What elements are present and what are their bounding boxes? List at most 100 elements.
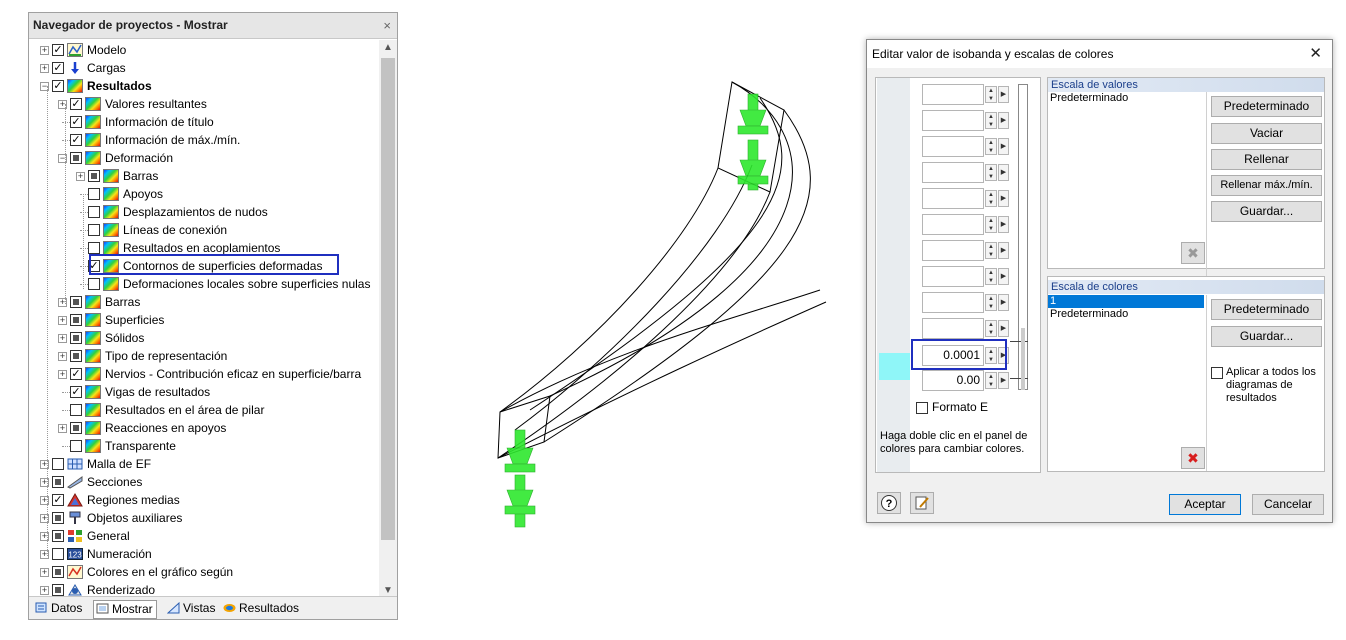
visibility-checkbox[interactable]: ✓ xyxy=(70,98,82,110)
tree-item-solidos[interactable]: + Sólidos xyxy=(29,329,379,347)
value-predeterminado-button[interactable]: Predeterminado xyxy=(1211,96,1322,117)
tree-item-superficies[interactable]: + Superficies xyxy=(29,311,379,329)
expand-icon[interactable]: + xyxy=(76,172,85,181)
spin-updown-icon[interactable]: ▲ ▼ xyxy=(985,164,997,181)
spin-updown-icon[interactable]: ▲ ▼ xyxy=(985,242,997,259)
tree-item-deformaciones-locales-sobre-superficies-nulas[interactable]: Deformaciones locales sobre superficies … xyxy=(29,275,379,293)
expand-icon[interactable]: + xyxy=(58,424,67,433)
expand-icon[interactable]: + xyxy=(58,352,67,361)
visibility-checkbox[interactable] xyxy=(88,224,100,236)
isoband-value-field[interactable] xyxy=(922,188,984,209)
visibility-checkbox[interactable] xyxy=(70,296,82,308)
cancelar-button[interactable]: Cancelar xyxy=(1252,494,1324,515)
tree-item-resultados-en-el-area-de-pilar[interactable]: Resultados en el área de pilar xyxy=(29,401,379,419)
visibility-checkbox[interactable] xyxy=(88,278,100,290)
visibility-checkbox[interactable] xyxy=(88,188,100,200)
tree-item-objetos-auxiliares[interactable]: + Objetos auxiliares xyxy=(29,509,379,527)
spin-updown-icon[interactable]: ▲ ▼ xyxy=(985,320,997,337)
tree-item-vigas-de-resultados[interactable]: ✓ Vigas de resultados xyxy=(29,383,379,401)
close-icon[interactable]: ✕ xyxy=(1309,40,1322,68)
visibility-checkbox[interactable] xyxy=(52,458,64,470)
visibility-checkbox[interactable] xyxy=(70,314,82,326)
help-icon[interactable]: ? xyxy=(877,492,901,514)
tree-item-valores-resultantes[interactable]: + ✓ Valores resultantes xyxy=(29,95,379,113)
rellenar-button[interactable]: Rellenar xyxy=(1211,149,1322,170)
tab-vistas[interactable]: Vistas xyxy=(165,600,215,617)
expand-icon[interactable]: + xyxy=(40,64,49,73)
tree-item-numeracion[interactable]: +123 Numeración xyxy=(29,545,379,563)
color-scale-item[interactable]: Predeterminado xyxy=(1050,308,1128,320)
tree-item-barras[interactable]: + Barras xyxy=(29,167,379,185)
tree-item-tipo-de-representacion[interactable]: + Tipo de representación xyxy=(29,347,379,365)
isoband-value-field[interactable] xyxy=(922,292,984,313)
isoband-value-spinner[interactable]: ▲ ▼ ▶ xyxy=(922,188,1010,209)
color-scale-item-selected[interactable]: 1 xyxy=(1048,295,1204,308)
isoband-value-field[interactable] xyxy=(922,110,984,131)
tree-item-deformacion[interactable]: − Deformación xyxy=(29,149,379,167)
visibility-checkbox[interactable] xyxy=(88,206,100,218)
delete-color-scale-icon[interactable]: ✖ xyxy=(1181,447,1205,469)
spin-right-arrow-icon[interactable]: ▶ xyxy=(998,372,1009,389)
isoband-value-spinner[interactable]: ▲ ▼ ▶ xyxy=(922,110,1010,131)
isoband-value-spinner[interactable]: 0.00 ▲ ▼ ▶ xyxy=(922,370,1010,391)
tree-item-desplazamientos-de-nudos[interactable]: Desplazamientos de nudos xyxy=(29,203,379,221)
isoband-value-field[interactable] xyxy=(922,136,984,157)
isoband-value-spinner[interactable]: ▲ ▼ ▶ xyxy=(922,240,1010,261)
spin-updown-icon[interactable]: ▲ ▼ xyxy=(985,294,997,311)
visibility-checkbox[interactable]: ✓ xyxy=(52,44,64,56)
aceptar-button[interactable]: Aceptar xyxy=(1169,494,1241,515)
spin-right-arrow-icon[interactable]: ▶ xyxy=(998,138,1009,155)
expand-icon[interactable]: + xyxy=(58,316,67,325)
scroll-thumb[interactable] xyxy=(381,58,395,540)
tab-datos[interactable]: Datos xyxy=(33,600,82,617)
spin-right-arrow-icon[interactable]: ▶ xyxy=(998,190,1009,207)
delete-value-scale-icon[interactable]: ✖ xyxy=(1181,242,1205,264)
spin-updown-icon[interactable]: ▲ ▼ xyxy=(985,372,997,389)
visibility-checkbox[interactable]: ✓ xyxy=(70,368,82,380)
color-predeterminado-button[interactable]: Predeterminado xyxy=(1211,299,1322,320)
visibility-checkbox[interactable] xyxy=(70,422,82,434)
expand-icon[interactable]: + xyxy=(58,334,67,343)
spin-right-arrow-icon[interactable]: ▶ xyxy=(998,268,1009,285)
isoband-value-spinner[interactable]: ▲ ▼ ▶ xyxy=(922,162,1010,183)
isoband-value-field[interactable] xyxy=(922,214,984,235)
spin-updown-icon[interactable]: ▲ ▼ xyxy=(985,190,997,207)
scroll-down-icon[interactable]: ▼ xyxy=(379,585,397,596)
visibility-checkbox[interactable]: ✓ xyxy=(70,386,82,398)
tree-item-cargas[interactable]: + ✓ Cargas xyxy=(29,59,379,77)
visibility-checkbox[interactable] xyxy=(70,440,82,452)
color-swatch-column[interactable] xyxy=(877,78,910,472)
spin-updown-icon[interactable]: ▲ ▼ xyxy=(985,216,997,233)
tree-item-informacion-de-titulo[interactable]: ✓ Información de título xyxy=(29,113,379,131)
tree-item-secciones[interactable]: + Secciones xyxy=(29,473,379,491)
visibility-checkbox[interactable] xyxy=(70,152,82,164)
visibility-checkbox[interactable] xyxy=(52,476,64,488)
isoband-value-spinner[interactable]: ▲ ▼ ▶ xyxy=(922,266,1010,287)
visibility-checkbox[interactable]: ✓ xyxy=(52,80,64,92)
tree-item-apoyos[interactable]: Apoyos xyxy=(29,185,379,203)
tree-scrollbar[interactable]: ▲ ▼ xyxy=(379,40,397,598)
spin-updown-icon[interactable]: ▲ ▼ xyxy=(985,112,997,129)
scroll-up-icon[interactable]: ▲ xyxy=(379,42,397,53)
visibility-checkbox[interactable] xyxy=(70,332,82,344)
spin-right-arrow-icon[interactable]: ▶ xyxy=(998,112,1009,129)
tree-item-informacion-de-max-min[interactable]: ✓ Información de máx./mín. xyxy=(29,131,379,149)
color-guardar-button[interactable]: Guardar... xyxy=(1211,326,1322,347)
tree-item-nervios-contribucion-eficaz-en-superficie-barra[interactable]: + ✓ Nervios - Contribución eficaz en super… xyxy=(29,365,379,383)
tree-item-lineas-de-conexion[interactable]: Líneas de conexión xyxy=(29,221,379,239)
spin-right-arrow-icon[interactable]: ▶ xyxy=(998,86,1009,103)
value-scale-item[interactable]: Predeterminado xyxy=(1050,92,1128,104)
visibility-checkbox[interactable] xyxy=(70,404,82,416)
formato-e-checkbox[interactable] xyxy=(916,402,928,414)
visibility-checkbox[interactable]: ✓ xyxy=(70,116,82,128)
visibility-checkbox[interactable]: ✓ xyxy=(52,62,64,74)
visibility-checkbox[interactable] xyxy=(88,242,100,254)
isoband-value-spinner[interactable]: ▲ ▼ ▶ xyxy=(922,318,1010,339)
isoband-value-spinner[interactable]: ▲ ▼ ▶ xyxy=(922,214,1010,235)
visibility-checkbox[interactable] xyxy=(52,566,64,578)
edit-icon[interactable] xyxy=(910,492,934,514)
tree-item-general[interactable]: + General xyxy=(29,527,379,545)
spin-right-arrow-icon[interactable]: ▶ xyxy=(998,164,1009,181)
model-view[interactable] xyxy=(490,70,840,540)
spin-right-arrow-icon[interactable]: ▶ xyxy=(998,294,1009,311)
